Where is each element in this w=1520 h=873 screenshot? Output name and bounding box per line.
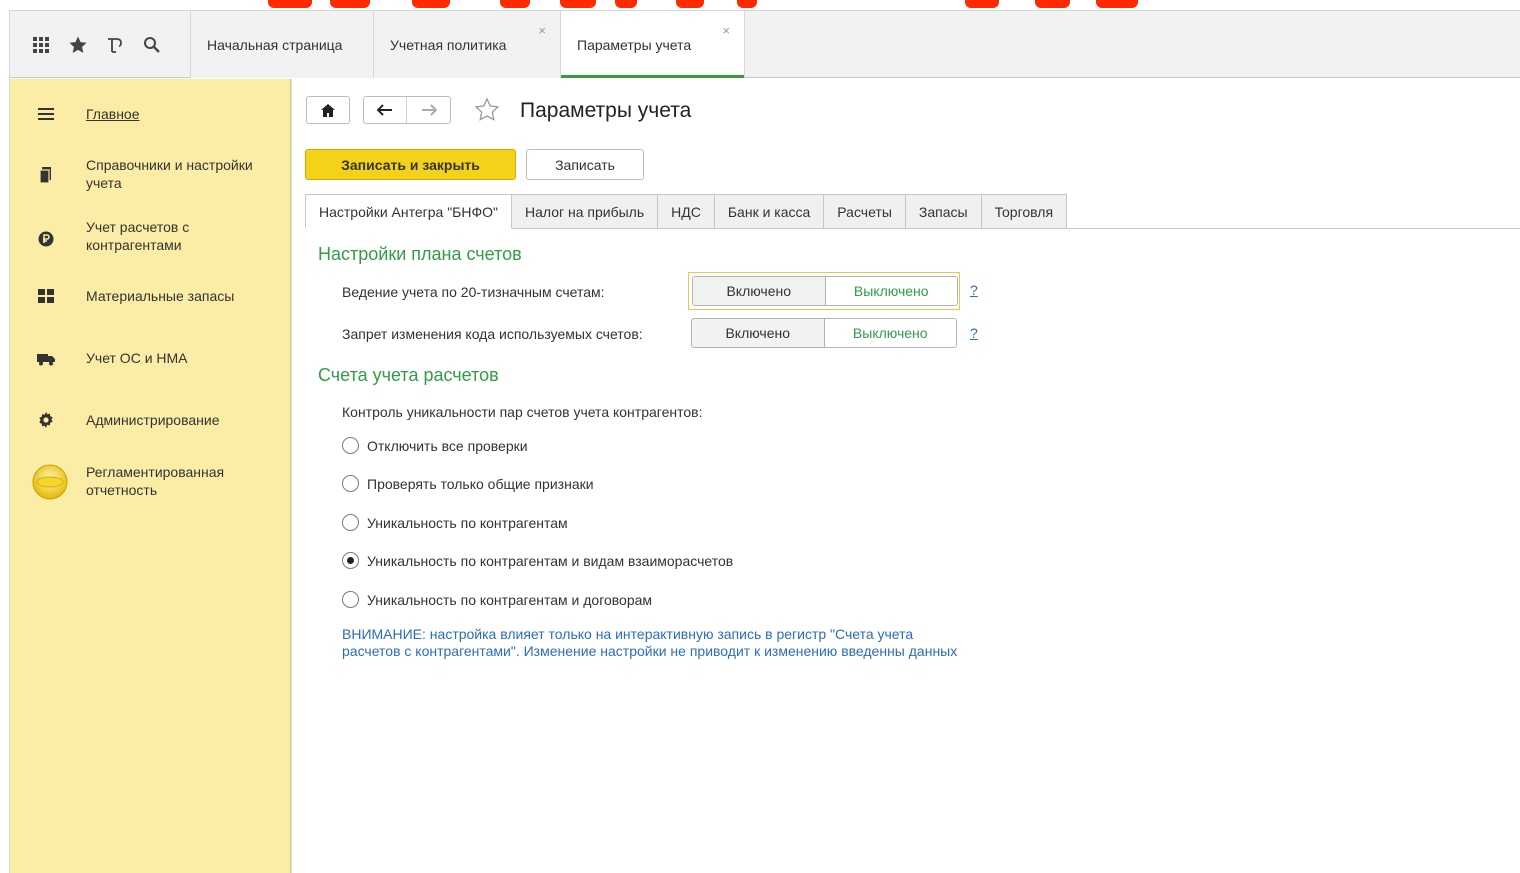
sidebar-item-counterparties[interactable]: Учет расчетов с контрагентами [10, 217, 292, 257]
field-label-20-digit: Ведение учета по 20-тизначным счетам: [342, 284, 605, 300]
tab-trade[interactable]: Торговля [981, 194, 1068, 229]
arrow-left-icon [377, 104, 392, 116]
field-label-code-change: Запрет изменения кода используемых счето… [342, 326, 643, 342]
radio-label: Проверять только общие признаки [367, 475, 594, 492]
sidebar-item-label: Администрирование [86, 412, 220, 428]
tab-bank-cash[interactable]: Банк и касса [714, 194, 825, 229]
toggle-option-on[interactable]: Включено [693, 277, 826, 305]
sidebar-item-label: Главное [86, 106, 140, 122]
help-link[interactable]: ? [970, 325, 978, 341]
banner-fragment [1035, 0, 1070, 8]
home-button[interactable] [306, 96, 350, 124]
sidebar: Главное Справочники и настройки учета Уч… [9, 79, 291, 873]
ruble-coin-icon [34, 227, 58, 251]
tab-antegra-bnfo[interactable]: Настройки Антегра "БНФО" [305, 194, 512, 229]
tab-accounting-policy[interactable]: Учетная политика × [373, 11, 560, 78]
tab-label: Начальная страница [207, 36, 343, 53]
banner-fragment [560, 0, 596, 8]
radio-option[interactable]: Отключить все проверки [342, 437, 528, 454]
banner-fragment [615, 0, 637, 8]
tab-settlements[interactable]: Расчеты [824, 194, 906, 229]
tab-vat[interactable]: НДС [658, 194, 715, 229]
save-and-close-button[interactable]: Записать и закрыть [305, 149, 516, 180]
toggle-20-digit: Включено Выключено [688, 272, 960, 310]
sidebar-item-label: Регламентированная отчетность [86, 464, 225, 498]
history-icon[interactable] [96, 30, 133, 60]
radio-button[interactable] [342, 591, 359, 608]
hamburger-menu-icon [34, 102, 58, 126]
banner-fragment [1096, 0, 1138, 8]
radio-option[interactable]: Проверять только общие признаки [342, 475, 594, 492]
sidebar-item-label: Учет расчетов с контрагентами [86, 219, 190, 253]
radio-button[interactable] [342, 475, 359, 492]
radio-button-checked[interactable] [342, 552, 359, 569]
sidebar-item-main[interactable]: Главное [10, 101, 292, 127]
inventory-grid-icon [34, 284, 58, 308]
books-icon [34, 163, 58, 187]
radio-button[interactable] [342, 514, 359, 531]
radio-option[interactable]: Уникальность по контрагентам и договорам [342, 591, 652, 608]
sidebar-item-fixed-assets[interactable]: Учет ОС и НМА [10, 347, 292, 371]
banner-fragment [412, 0, 450, 8]
tab-profit-tax[interactable]: Налог на прибыль [512, 194, 659, 229]
top-toolbar [10, 11, 190, 78]
favorite-star-icon[interactable] [474, 97, 500, 126]
radio-label: Уникальность по контрагентам и видам вза… [367, 552, 734, 569]
section-title-settlement-accounts: Счета учета расчетов [318, 365, 499, 385]
radio-option-selected[interactable]: Уникальность по контрагентам и видам вза… [342, 552, 733, 569]
radio-option[interactable]: Уникальность по контрагентам [342, 514, 568, 531]
search-icon[interactable] [133, 30, 170, 60]
forward-button[interactable] [407, 97, 450, 123]
arrow-right-icon [421, 104, 437, 116]
toggle-option-off[interactable]: Выключено [824, 319, 956, 347]
radio-label: Уникальность по контрагентам и договорам [367, 591, 653, 608]
help-link[interactable]: ? [970, 282, 978, 298]
report-disc-icon [30, 462, 70, 502]
page-title: Параметры учета [520, 99, 692, 122]
tab-home[interactable]: Начальная страница [190, 11, 373, 78]
tab-label: Параметры учета [577, 36, 692, 53]
banner-fragment [330, 0, 370, 8]
tab-inventory[interactable]: Запасы [905, 194, 982, 229]
tab-accounting-params[interactable]: Параметры учета × [560, 11, 745, 78]
back-button[interactable] [364, 97, 408, 123]
home-icon [321, 103, 335, 117]
settings-tabs: Настройки Антегра "БНФО" Налог на прибыл… [305, 194, 1068, 229]
save-button[interactable]: Записать [526, 149, 644, 180]
sidebar-item-inventory[interactable]: Материальные запасы [10, 285, 292, 309]
main-content: Параметры учета Записать и закрыть Запис… [291, 79, 1520, 873]
warning-notice: ВНИМАНИЕ: настройка влияет только на инт… [342, 626, 958, 659]
radio-label: Отключить все проверки [367, 437, 528, 454]
uniqueness-prompt: Контроль уникальности пар счетов учета к… [342, 404, 703, 420]
banner-fragment [737, 0, 757, 8]
sidebar-item-reporting[interactable]: Регламентированная отчетность [10, 462, 292, 502]
toggle-option-off[interactable]: Выключено [825, 277, 957, 305]
sidebar-item-admin[interactable]: Администрирование [10, 409, 292, 433]
top-tabbar: Начальная страница Учетная политика × Па… [9, 10, 1520, 78]
banner-fragment [965, 0, 999, 8]
banner-fragment [500, 0, 530, 8]
tab-label: Учетная политика [390, 36, 507, 53]
history-nav-group [363, 96, 451, 124]
section-title-chart-of-accounts: Настройки плана счетов [318, 244, 522, 264]
toggle-option-on[interactable]: Включено [692, 319, 825, 347]
radio-label: Уникальность по контрагентам [367, 514, 568, 531]
sidebar-item-label: Учет ОС и НМА [86, 350, 188, 366]
sidebar-item-directories[interactable]: Справочники и настройки учета [10, 155, 292, 195]
close-icon[interactable]: × [722, 23, 730, 38]
apps-grid-icon[interactable] [22, 30, 59, 60]
banner-fragment [676, 0, 704, 8]
sidebar-item-label: Справочники и настройки учета [86, 157, 253, 191]
favorites-star-icon[interactable] [59, 30, 96, 60]
sidebar-item-label: Материальные запасы [86, 288, 235, 304]
gear-icon [34, 408, 58, 432]
tabs-divider [534, 228, 1520, 229]
truck-icon [34, 347, 58, 371]
radio-button[interactable] [342, 437, 359, 454]
toggle-code-change: Включено Выключено [688, 315, 960, 353]
banner-fragment [268, 0, 312, 8]
close-icon[interactable]: × [538, 23, 546, 38]
